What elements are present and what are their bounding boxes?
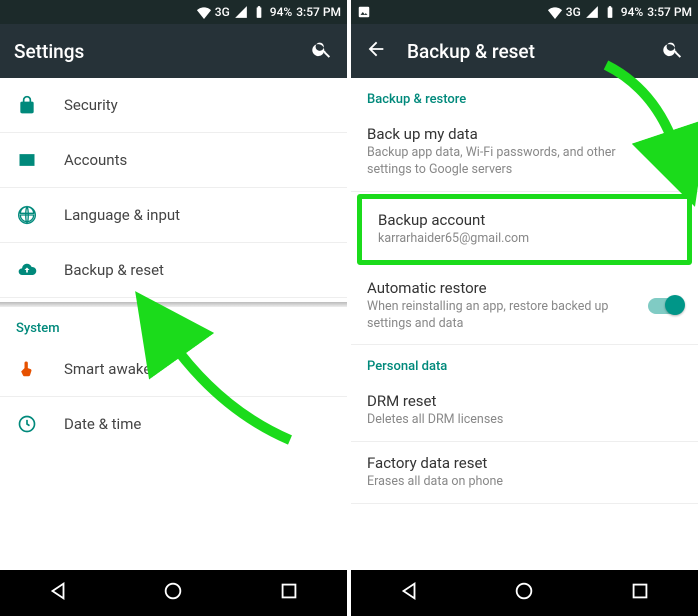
battery-percent: 94% (270, 5, 292, 19)
image-icon (357, 5, 371, 19)
row-label: Language & input (64, 206, 180, 224)
row-label: Smart awake (64, 360, 151, 378)
search-button[interactable] (662, 38, 684, 64)
status-bar: 3G 94% 3:57 PM (0, 0, 347, 24)
nav-home[interactable] (162, 580, 184, 606)
account-icon (16, 149, 38, 171)
clock: 3:57 PM (647, 5, 692, 19)
highlight-backup-account: Backup account karrarhaider65@gmail.com (357, 194, 692, 265)
clock-icon (16, 413, 38, 435)
row-backup-my-data[interactable]: Back up my data Backup app data, Wi-Fi p… (351, 113, 698, 192)
row-security[interactable]: Security (0, 78, 347, 133)
settings-list: Security Accounts Language & input Backu… (0, 78, 347, 570)
signal-icon (585, 5, 599, 19)
signal-icon (234, 5, 248, 19)
status-bar: 3G 94% 3:57 PM (351, 0, 698, 24)
wifi-icon (197, 5, 211, 19)
row-drm-reset[interactable]: DRM reset Deletes all DRM licenses (351, 380, 698, 442)
row-subtitle: Backup app data, Wi-Fi passwords, and ot… (367, 145, 638, 179)
nav-back[interactable] (398, 580, 420, 606)
network-type: 3G (215, 5, 230, 19)
search-icon (311, 38, 333, 60)
row-date-time[interactable]: Date & time (0, 397, 347, 451)
row-label: Security (64, 96, 118, 114)
nav-back[interactable] (47, 580, 69, 606)
wifi-icon (548, 5, 562, 19)
row-language[interactable]: Language & input (0, 188, 347, 243)
page-title: Settings (14, 40, 291, 63)
row-title: Backup account (378, 211, 671, 229)
row-subtitle: Erases all data on phone (367, 474, 682, 491)
search-icon (662, 38, 684, 60)
row-title: Automatic restore (367, 279, 638, 297)
row-title: Factory data reset (367, 454, 682, 472)
app-bar: Backup & reset (351, 24, 698, 78)
row-backup-account[interactable]: Backup account karrarhaider65@gmail.com (362, 199, 687, 260)
back-button[interactable] (365, 38, 387, 64)
page-title: Backup & reset (407, 40, 642, 63)
row-backup-reset[interactable]: Backup & reset (0, 243, 347, 298)
search-button[interactable] (311, 38, 333, 64)
row-subtitle: Deletes all DRM licenses (367, 412, 682, 429)
row-label: Accounts (64, 151, 127, 169)
battery-icon (603, 5, 617, 19)
nav-recent[interactable] (278, 580, 300, 606)
app-bar: Settings (0, 24, 347, 78)
row-accounts[interactable]: Accounts (0, 133, 347, 188)
nav-bar (0, 570, 347, 616)
backup-reset-list: Backup & restore Back up my data Backup … (351, 78, 698, 570)
row-factory-reset[interactable]: Factory data reset Erases all data on ph… (351, 442, 698, 504)
clock: 3:57 PM (296, 5, 341, 19)
row-subtitle: karrarhaider65@gmail.com (378, 231, 671, 248)
row-subtitle: When reinstalling an app, restore backed… (367, 299, 638, 333)
lock-icon (16, 94, 38, 116)
network-type: 3G (566, 5, 581, 19)
row-automatic-restore[interactable]: Automatic restore When reinstalling an a… (351, 267, 698, 346)
cloud-upload-icon (16, 259, 38, 281)
row-smart-awake[interactable]: Smart awake (0, 342, 347, 397)
toggle-backup-data[interactable] (648, 144, 682, 160)
battery-percent: 94% (621, 5, 643, 19)
row-title: DRM reset (367, 392, 682, 410)
phone-backup-reset: 3G 94% 3:57 PM Backup & reset Backup & r… (351, 0, 698, 616)
battery-icon (252, 5, 266, 19)
globe-icon (16, 204, 38, 226)
row-title: Back up my data (367, 125, 638, 143)
phone-settings: 3G 94% 3:57 PM Settings Security Account… (0, 0, 347, 616)
nav-bar (351, 570, 698, 616)
row-label: Date & time (64, 415, 141, 433)
section-system: System (0, 307, 347, 342)
nav-recent[interactable] (629, 580, 651, 606)
nav-home[interactable] (513, 580, 535, 606)
row-label: Backup & reset (64, 261, 164, 279)
section-personal-data: Personal data (351, 345, 698, 380)
toggle-auto-restore[interactable] (648, 298, 682, 314)
section-backup-restore: Backup & restore (351, 78, 698, 113)
touch-icon (16, 358, 38, 380)
arrow-back-icon (365, 38, 387, 60)
